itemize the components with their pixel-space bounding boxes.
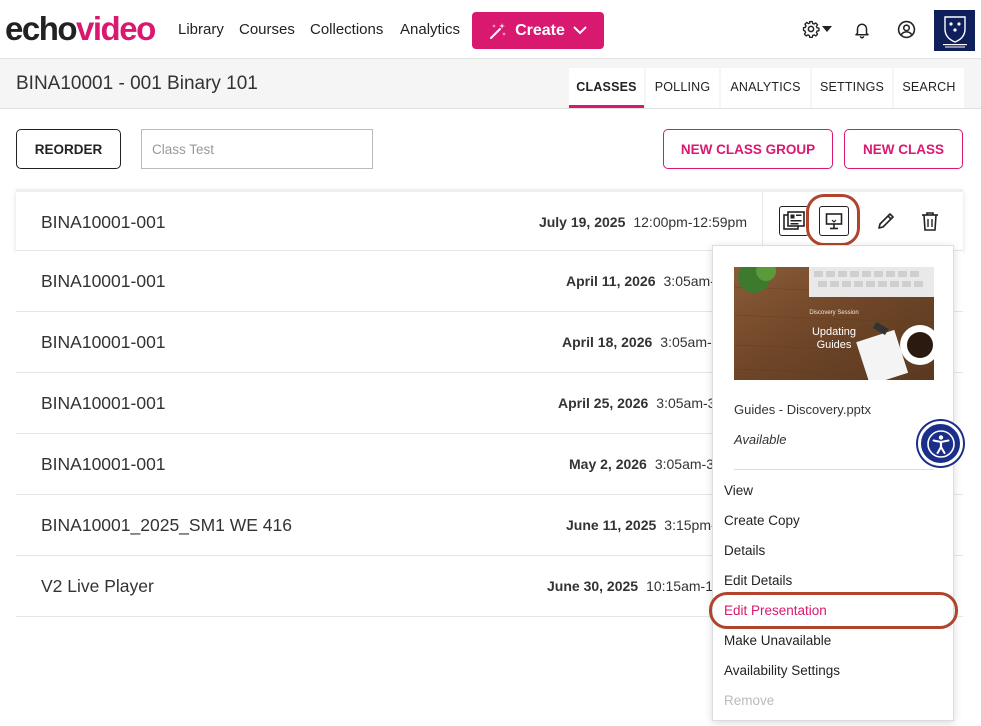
- class-date: May 2, 2026: [569, 456, 647, 472]
- class-name: BINA10001_2025_SM1 WE 416: [41, 515, 292, 535]
- course-header: BINA10001 - 001 Binary 101 CLASSES POLLI…: [0, 59, 981, 109]
- class-date: April 18, 2026: [562, 334, 653, 350]
- pencil-icon: [878, 213, 894, 229]
- class-date: June 30, 2025: [547, 578, 639, 594]
- menu-item-make-unavailable[interactable]: Make Unavailable: [724, 633, 831, 648]
- edit-class-button[interactable]: [874, 209, 898, 233]
- media-gallery-button[interactable]: [779, 206, 809, 236]
- menu-item-view[interactable]: View: [724, 483, 753, 498]
- nav-library-link[interactable]: Library: [178, 21, 224, 39]
- presentation-dropdown: Discovery Session Updating Guides Guides…: [712, 245, 954, 721]
- create-button[interactable]: Create: [472, 12, 604, 49]
- magic-wand-icon: [490, 22, 507, 39]
- class-date: June 11, 2025: [566, 517, 657, 533]
- thumbnail-title-line1: Updating: [812, 326, 856, 338]
- menu-item-details[interactable]: Details: [724, 543, 765, 558]
- class-schedule: April 25, 2026 3:05am-3: [558, 395, 715, 411]
- nav-collections-link[interactable]: Collections: [310, 21, 383, 39]
- new-class-group-button[interactable]: NEW CLASS GROUP: [663, 129, 833, 169]
- tab-search[interactable]: SEARCH: [894, 68, 964, 108]
- create-button-label: Create: [515, 21, 565, 39]
- class-time: 3:05am-3: [654, 456, 714, 472]
- logo-part-video: video: [76, 10, 156, 47]
- tab-settings[interactable]: SETTINGS: [812, 68, 892, 108]
- university-crest-logo[interactable]: [934, 10, 975, 51]
- menu-item-availability-settings[interactable]: Availability Settings: [724, 663, 840, 678]
- menu-item-edit-details[interactable]: Edit Details: [724, 573, 792, 588]
- tab-classes[interactable]: CLASSES: [569, 68, 644, 108]
- course-title: BINA10001 - 001 Binary 101: [16, 73, 258, 94]
- reorder-button[interactable]: REORDER: [16, 129, 121, 169]
- presentation-button-highlight: [806, 194, 860, 246]
- notifications-button[interactable]: [853, 20, 871, 39]
- presentation-file-name: Guides - Discovery.pptx: [734, 402, 872, 417]
- user-account-button[interactable]: [897, 20, 916, 39]
- class-search-input[interactable]: [141, 129, 373, 169]
- class-schedule: April 11, 2026 3:05am-3: [566, 273, 723, 289]
- class-name: BINA10001-001: [41, 271, 166, 291]
- university-crest-icon: [942, 15, 967, 47]
- class-time: 3:05am-3: [660, 334, 720, 350]
- class-date: April 25, 2026: [558, 395, 649, 411]
- nav-analytics-link[interactable]: Analytics: [400, 21, 460, 39]
- presentation-thumbnail-image: Discovery Session Updating Guides: [734, 267, 934, 380]
- nav-courses-link[interactable]: Courses: [239, 21, 295, 39]
- media-gallery-icon: [783, 211, 805, 230]
- accessibility-button[interactable]: [918, 421, 963, 466]
- delete-class-button[interactable]: [918, 209, 942, 233]
- class-schedule: July 19, 2025 12:00pm-12:59pm: [539, 214, 747, 230]
- class-name: BINA10001-001: [41, 393, 166, 413]
- tab-analytics[interactable]: ANALYTICS: [721, 68, 810, 108]
- thumbnail-title-line2: Guides: [817, 339, 852, 351]
- echovideo-logo[interactable]: echovideo: [5, 10, 156, 48]
- chevron-down-icon: [573, 26, 587, 35]
- class-name: BINA10001-001: [41, 212, 166, 232]
- dropdown-divider: [734, 469, 934, 470]
- tab-polling[interactable]: POLLING: [646, 68, 719, 108]
- accessibility-icon: [926, 429, 955, 458]
- class-schedule: June 11, 2025 3:15pm-3: [566, 517, 723, 533]
- class-time: 12:00pm-12:59pm: [633, 214, 747, 230]
- class-name: BINA10001-001: [41, 332, 166, 352]
- menu-item-create-copy[interactable]: Create Copy: [724, 513, 800, 528]
- chevron-down-icon: [822, 26, 832, 32]
- class-name: BINA10001-001: [41, 454, 166, 474]
- presentation-thumbnail[interactable]: Discovery Session Updating Guides: [734, 267, 934, 380]
- top-navigation: echovideo Library Courses Collections An…: [0, 0, 981, 59]
- class-date: July 19, 2025: [538, 214, 626, 230]
- user-circle-icon: [897, 20, 916, 39]
- class-schedule: May 2, 2026 3:05am-3: [569, 456, 714, 472]
- edit-presentation-highlight: [709, 592, 958, 629]
- settings-gear-icon: [802, 20, 820, 38]
- course-tabs: CLASSES POLLING ANALYTICS SETTINGS SEARC…: [569, 68, 964, 108]
- settings-menu-button[interactable]: [802, 20, 832, 38]
- logo-part-echo: echo: [5, 10, 78, 47]
- menu-item-remove: Remove: [724, 693, 775, 708]
- thumbnail-kicker: Discovery Session: [809, 310, 858, 316]
- bell-icon: [855, 23, 869, 39]
- class-schedule: April 18, 2026 3:05am-3: [562, 334, 719, 350]
- class-date: April 11, 2026: [566, 273, 656, 289]
- presentation-status: Available: [734, 432, 787, 447]
- new-class-button[interactable]: NEW CLASS: [844, 129, 963, 169]
- class-time: 3:05am-3: [656, 395, 716, 411]
- class-schedule: June 30, 2025 10:15am-10:: [547, 578, 725, 594]
- class-name: V2 Live Player: [41, 576, 154, 596]
- trash-icon: [922, 212, 938, 231]
